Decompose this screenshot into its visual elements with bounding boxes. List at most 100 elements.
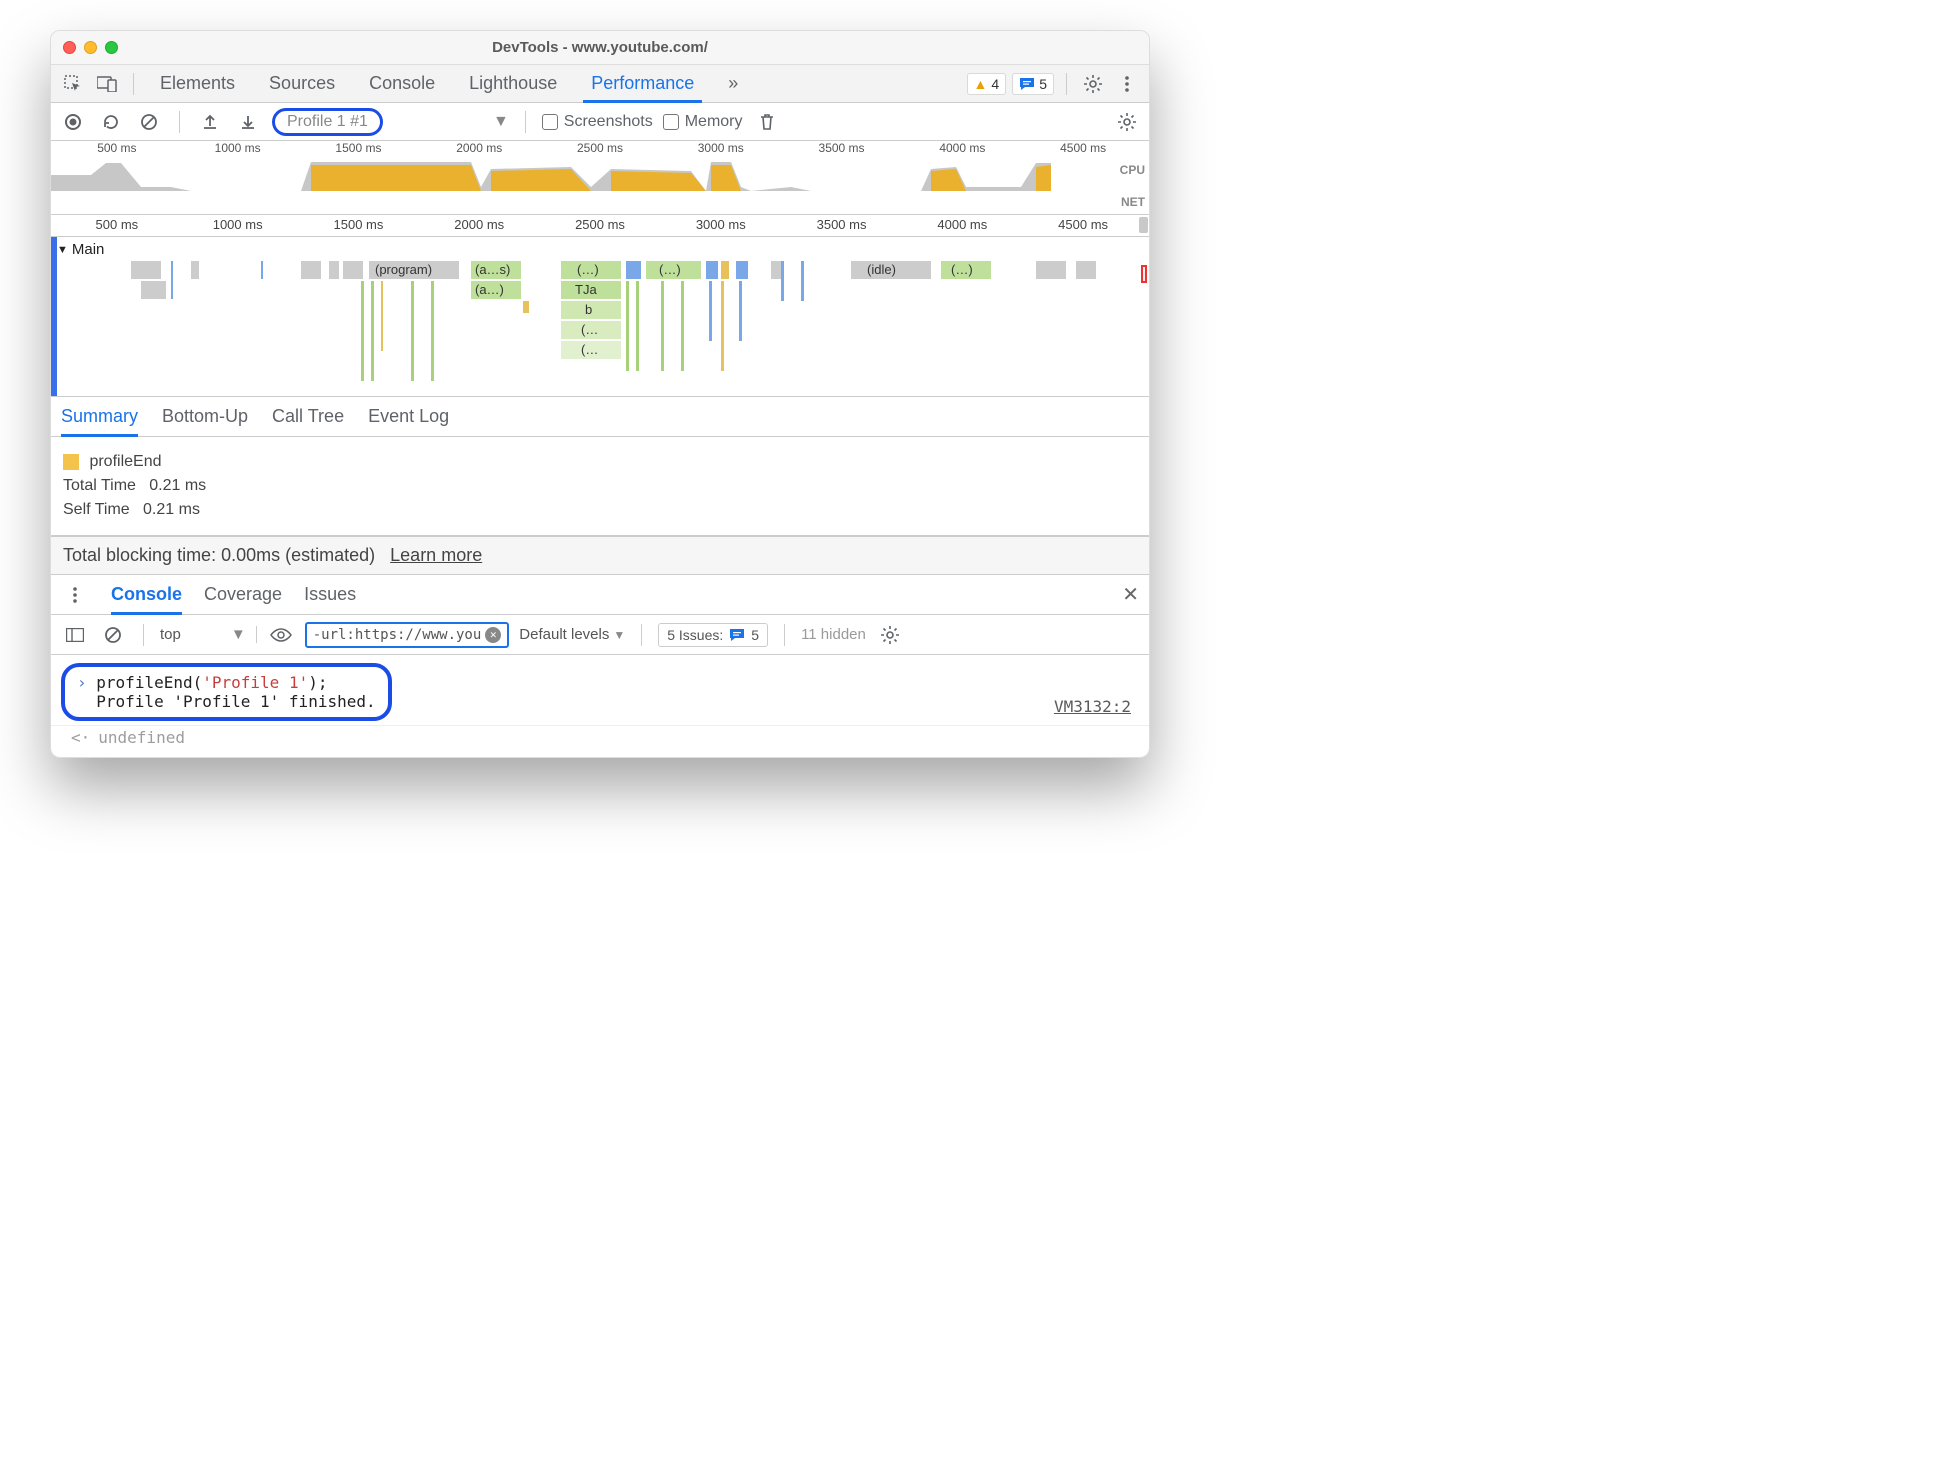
more-menu-icon[interactable]: [1113, 70, 1141, 98]
log-levels-dropdown[interactable]: Default levels ▼: [519, 626, 625, 643]
ruler-tick: 2000 ms: [456, 141, 502, 155]
flame-svg: (program) (idle) (a…s) (…) (…) (…) (a…) …: [61, 261, 1131, 391]
close-window-button[interactable]: [63, 41, 76, 54]
drawer-tab-label: Console: [111, 584, 182, 605]
subtab-label: Bottom-Up: [162, 406, 248, 427]
tabs-overflow[interactable]: »: [714, 65, 752, 102]
maximize-window-button[interactable]: [105, 41, 118, 54]
tab-console[interactable]: Console: [355, 65, 449, 102]
tab-sources[interactable]: Sources: [255, 65, 349, 102]
drawer-tab-issues[interactable]: Issues: [304, 575, 356, 614]
profile-selector[interactable]: Profile 1 #1: [272, 108, 383, 136]
ruler-tick: 4000 ms: [937, 217, 987, 232]
console-filter-input[interactable]: -url:https://www.you ✕: [305, 622, 510, 648]
timeline-overview[interactable]: 500 ms 1000 ms 1500 ms 2000 ms 2500 ms 3…: [51, 141, 1149, 215]
net-label: NET: [1121, 195, 1145, 209]
svg-text:(…: (…: [581, 322, 598, 337]
tab-label: Lighthouse: [469, 73, 557, 94]
clear-console-button[interactable]: [99, 621, 127, 649]
clear-filter-icon[interactable]: ✕: [485, 627, 501, 643]
undefined-value: undefined: [98, 728, 185, 747]
drawer-tab-coverage[interactable]: Coverage: [204, 575, 282, 614]
issues-label: 5 Issues:: [667, 627, 723, 643]
ruler-tick: 500 ms: [96, 217, 139, 232]
code-text: );: [308, 673, 327, 692]
drawer-tab-console[interactable]: Console: [111, 575, 182, 614]
tab-lighthouse[interactable]: Lighthouse: [455, 65, 571, 102]
window-controls: [63, 41, 118, 54]
divider: [133, 73, 134, 95]
ruler-tick: 1500 ms: [334, 217, 384, 232]
titlebar: DevTools - www.youtube.com/: [51, 31, 1149, 65]
chevron-down-icon: ▼: [231, 626, 246, 643]
garbage-collect-button[interactable]: [753, 108, 781, 136]
divider: [641, 624, 642, 646]
svg-text:(…): (…): [577, 262, 599, 277]
dropdown-arrow-icon[interactable]: ▼: [493, 113, 509, 131]
live-expression-button[interactable]: [267, 621, 295, 649]
console-return-line: <· undefined: [51, 725, 1149, 749]
detail-ruler[interactable]: 500 ms 1000 ms 1500 ms 2000 ms 2500 ms 3…: [51, 215, 1149, 237]
context-selector[interactable]: top ▼: [160, 626, 257, 643]
chevron-down-icon: ▼: [613, 628, 625, 642]
tab-elements[interactable]: Elements: [146, 65, 249, 102]
total-time-value: 0.21 ms: [149, 477, 206, 494]
subtab-bottomup[interactable]: Bottom-Up: [162, 397, 248, 436]
drawer-more-icon[interactable]: [61, 581, 89, 609]
svg-text:(…): (…): [951, 262, 973, 277]
issues-count: 5: [751, 627, 759, 643]
console-body[interactable]: › profileEnd('Profile 1'); Profile 'Prof…: [51, 655, 1149, 757]
drawer-tab-label: Issues: [304, 584, 356, 605]
hidden-count[interactable]: 11 hidden: [801, 626, 866, 643]
main-thread-label[interactable]: ▼Main: [57, 241, 104, 258]
subtab-summary[interactable]: Summary: [61, 397, 138, 436]
divider: [525, 111, 526, 133]
messages-badge[interactable]: 5: [1012, 73, 1054, 95]
memory-checkbox[interactable]: Memory: [663, 113, 743, 131]
vm-source-link[interactable]: VM3132:2: [1054, 697, 1131, 716]
ruler-tick: 3500 ms: [819, 141, 865, 155]
warnings-badge[interactable]: ▲ 4: [967, 73, 1007, 95]
overview-scrollbar[interactable]: [1139, 217, 1148, 233]
cpu-overview-chart: [51, 157, 1051, 191]
summary-self-time: Self Time 0.21 ms: [63, 501, 1137, 519]
cpu-label: CPU: [1120, 163, 1145, 177]
tbt-learn-more-link[interactable]: Learn more: [390, 545, 482, 565]
messages-count: 5: [1039, 76, 1047, 92]
tab-label: Elements: [160, 73, 235, 94]
device-toggle-icon[interactable]: [93, 70, 121, 98]
issues-indicator[interactable]: 5 Issues: 5: [658, 623, 768, 647]
reload-record-button[interactable]: [97, 108, 125, 136]
divider: [179, 111, 180, 133]
subtab-calltree[interactable]: Call Tree: [272, 397, 344, 436]
close-drawer-button[interactable]: ✕: [1122, 582, 1139, 607]
event-color-swatch: [63, 454, 79, 470]
load-profile-button[interactable]: [196, 108, 224, 136]
screenshots-label: Screenshots: [564, 113, 653, 131]
subtab-eventlog[interactable]: Event Log: [368, 397, 449, 436]
detail-tabs: Summary Bottom-Up Call Tree Event Log: [51, 397, 1149, 437]
record-button[interactable]: [59, 108, 87, 136]
tab-performance[interactable]: Performance: [577, 65, 708, 102]
minimize-window-button[interactable]: [84, 41, 97, 54]
capture-settings-icon[interactable]: [1113, 108, 1141, 136]
settings-icon[interactable]: [1079, 70, 1107, 98]
long-task-marker: [1141, 265, 1147, 283]
tbt-text: Total blocking time: 0.00ms (estimated): [63, 545, 375, 565]
screenshots-checkbox[interactable]: Screenshots: [542, 113, 653, 131]
window-title: DevTools - www.youtube.com/: [51, 39, 1149, 56]
inspect-icon[interactable]: [59, 70, 87, 98]
message-icon: [729, 628, 745, 642]
console-sidebar-toggle[interactable]: [61, 621, 89, 649]
save-profile-button[interactable]: [234, 108, 262, 136]
output-text: Profile 'Profile 1' finished.: [96, 692, 375, 711]
total-time-label: Total Time: [63, 477, 136, 494]
ruler-tick: 2500 ms: [575, 217, 625, 232]
clear-button[interactable]: [135, 108, 163, 136]
filter-text: -url:https://www.you: [313, 627, 482, 643]
flame-chart[interactable]: ▼Main (program) (idle) (a…s) (…) (…: [51, 237, 1149, 397]
devtools-window: DevTools - www.youtube.com/ Elements Sou…: [50, 30, 1150, 758]
highlighted-console-lines: › profileEnd('Profile 1'); Profile 'Prof…: [61, 663, 392, 721]
ruler-tick: 1000 ms: [215, 141, 261, 155]
console-settings-icon[interactable]: [876, 621, 904, 649]
